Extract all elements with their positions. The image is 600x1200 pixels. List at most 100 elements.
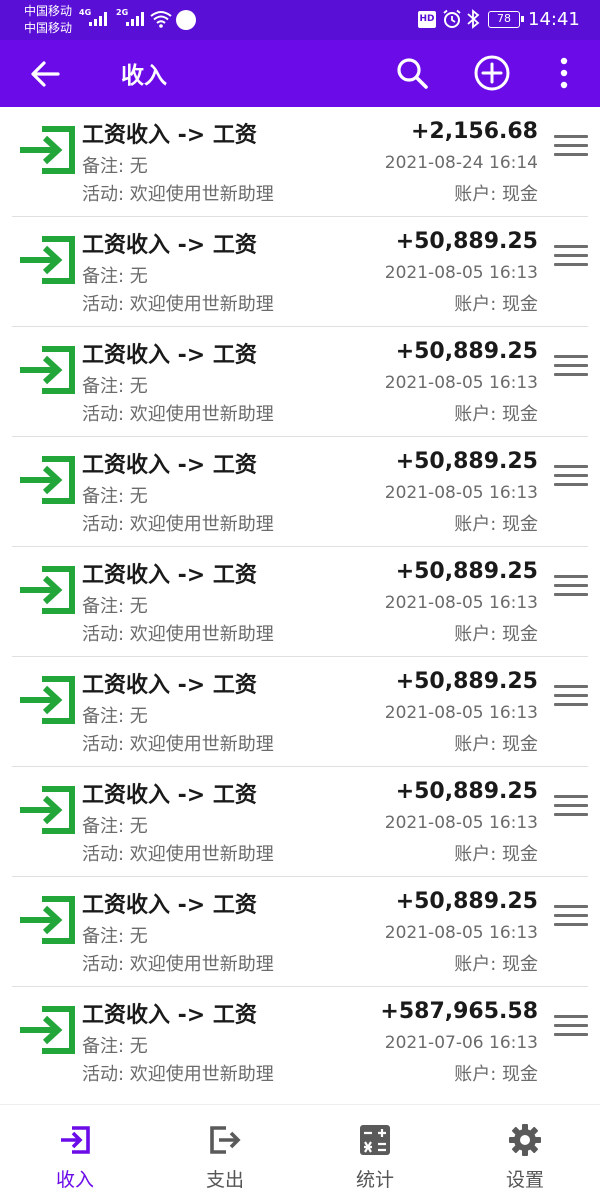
record-title: 工资收入 -> 工资 [82, 783, 257, 808]
nav-label-expense: 支出 [205, 1169, 244, 1191]
record-activity: 活动: 欢迎使用世新助理 [82, 294, 274, 315]
wifi-icon [150, 11, 172, 28]
nav-item-expense[interactable]: 支出 [150, 1105, 300, 1200]
record-note: 备注: 无 [82, 706, 148, 727]
record-date: 2021-08-05 16:13 [384, 923, 538, 943]
income-icon [20, 676, 75, 724]
app-bar: 收入 [0, 40, 600, 107]
record-row[interactable]: 工资收入 -> 工资 备注: 无 活动: 欢迎使用世新助理 +50,889.25… [12, 547, 588, 657]
signal-icon-2 [126, 12, 144, 26]
record-account: 账户: 现金 [454, 514, 538, 535]
record-note: 备注: 无 [82, 156, 148, 177]
record-account: 账户: 现金 [454, 184, 538, 205]
menu-handle-icon[interactable] [554, 245, 588, 271]
record-account: 账户: 现金 [454, 954, 538, 975]
record-account: 账户: 现金 [454, 624, 538, 645]
record-note: 备注: 无 [82, 376, 148, 397]
page-title: 收入 [121, 63, 167, 89]
income-icon [61, 1126, 90, 1154]
record-amount: +50,889.25 [395, 229, 538, 254]
record-date: 2021-07-06 16:13 [384, 1033, 538, 1053]
income-icon [20, 346, 75, 394]
record-activity: 活动: 欢迎使用世新助理 [82, 184, 274, 205]
record-date: 2021-08-05 16:13 [384, 703, 538, 723]
menu-handle-icon[interactable] [554, 685, 588, 711]
record-row[interactable]: 工资收入 -> 工资 备注: 无 活动: 欢迎使用世新助理 +50,889.25… [12, 217, 588, 327]
record-amount: +50,889.25 [395, 449, 538, 474]
income-icon [20, 236, 75, 284]
menu-handle-icon[interactable] [554, 1015, 588, 1041]
income-icon [20, 786, 75, 834]
record-note: 备注: 无 [82, 926, 148, 947]
record-title: 工资收入 -> 工资 [82, 453, 257, 478]
record-note: 备注: 无 [82, 816, 148, 837]
menu-handle-icon[interactable] [554, 135, 588, 161]
record-activity: 活动: 欢迎使用世新助理 [82, 404, 274, 425]
record-date: 2021-08-05 16:13 [384, 263, 538, 283]
record-note: 备注: 无 [82, 486, 148, 507]
menu-handle-icon[interactable] [554, 575, 588, 601]
record-row[interactable]: 工资收入 -> 工资 备注: 无 活动: 欢迎使用世新助理 +50,889.25… [12, 327, 588, 437]
record-date: 2021-08-05 16:13 [384, 373, 538, 393]
record-row[interactable]: 工资收入 -> 工资 备注: 无 活动: 欢迎使用世新助理 +50,889.25… [12, 877, 588, 987]
record-title: 工资收入 -> 工资 [82, 1003, 257, 1028]
record-account: 账户: 现金 [454, 404, 538, 425]
add-circle-icon[interactable] [473, 54, 511, 92]
notification-icon [176, 10, 196, 30]
income-icon [20, 126, 75, 174]
record-note: 备注: 无 [82, 266, 148, 287]
record-activity: 活动: 欢迎使用世新助理 [82, 844, 274, 865]
record-date: 2021-08-05 16:13 [384, 483, 538, 503]
record-activity: 活动: 欢迎使用世新助理 [82, 624, 274, 645]
record-title: 工资收入 -> 工资 [82, 233, 257, 258]
record-date: 2021-08-05 16:13 [384, 813, 538, 833]
nav-item-income[interactable]: 收入 [0, 1105, 150, 1200]
record-title: 工资收入 -> 工资 [82, 123, 257, 148]
nav-item-settings[interactable]: 设置 [450, 1105, 600, 1200]
record-activity: 活动: 欢迎使用世新助理 [82, 954, 274, 975]
income-icon [20, 1006, 75, 1054]
record-row[interactable]: 工资收入 -> 工资 备注: 无 活动: 欢迎使用世新助理 +587,965.5… [12, 987, 588, 1097]
record-date: 2021-08-24 16:14 [384, 153, 538, 173]
back-arrow-icon[interactable] [28, 57, 62, 91]
record-amount: +50,889.25 [395, 669, 538, 694]
record-amount: +50,889.25 [395, 339, 538, 364]
more-vert-icon[interactable] [550, 55, 578, 91]
menu-handle-icon[interactable] [554, 355, 588, 381]
carrier-label-2: 中国移动 [24, 21, 73, 35]
income-icon [20, 456, 75, 504]
record-amount: +2,156.68 [411, 119, 538, 144]
carrier-label-1: 中国移动 [24, 4, 73, 18]
bottom-navigation: 收入 支出 统计 设置 [0, 1104, 600, 1200]
expense-icon [210, 1126, 241, 1154]
hd-badge: HD [418, 11, 436, 28]
record-activity: 活动: 欢迎使用世新助理 [82, 734, 274, 755]
income-icon [20, 896, 75, 944]
calculator-icon [360, 1125, 390, 1155]
bluetooth-icon [467, 9, 480, 29]
record-account: 账户: 现金 [454, 294, 538, 315]
nav-label-income: 收入 [55, 1169, 94, 1191]
record-title: 工资收入 -> 工资 [82, 893, 257, 918]
record-amount: +50,889.25 [395, 559, 538, 584]
record-row[interactable]: 工资收入 -> 工资 备注: 无 活动: 欢迎使用世新助理 +50,889.25… [12, 657, 588, 767]
record-title: 工资收入 -> 工资 [82, 343, 257, 368]
menu-handle-icon[interactable] [554, 795, 588, 821]
nav-label-statistics: 统计 [355, 1169, 394, 1191]
record-row[interactable]: 工资收入 -> 工资 备注: 无 活动: 欢迎使用世新助理 +2,156.68 … [12, 107, 588, 217]
record-title: 工资收入 -> 工资 [82, 563, 257, 588]
search-icon[interactable] [394, 55, 430, 91]
nav-label-settings: 设置 [505, 1169, 544, 1191]
battery-indicator: 78 [488, 11, 524, 28]
menu-handle-icon[interactable] [554, 465, 588, 491]
income-icon [20, 566, 75, 614]
nav-item-statistics[interactable]: 统计 [300, 1105, 450, 1200]
status-time: 14:41 [528, 9, 580, 30]
record-activity: 活动: 欢迎使用世新助理 [82, 514, 274, 535]
record-title: 工资收入 -> 工资 [82, 673, 257, 698]
record-account: 账户: 现金 [454, 1064, 538, 1085]
record-row[interactable]: 工资收入 -> 工资 备注: 无 活动: 欢迎使用世新助理 +50,889.25… [12, 437, 588, 547]
record-account: 账户: 现金 [454, 844, 538, 865]
menu-handle-icon[interactable] [554, 905, 588, 931]
record-row[interactable]: 工资收入 -> 工资 备注: 无 活动: 欢迎使用世新助理 +50,889.25… [12, 767, 588, 877]
